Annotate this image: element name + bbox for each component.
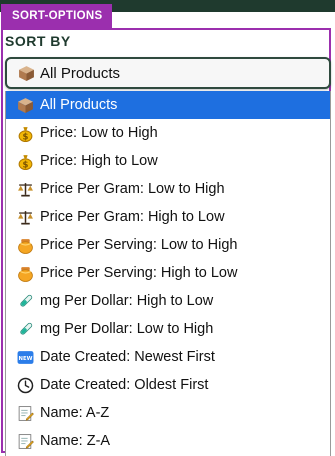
option-name-z-a[interactable]: Name: Z-A [6, 427, 330, 455]
svg-text:$: $ [23, 132, 29, 142]
honey-pot-icon [17, 265, 34, 282]
clock-icon [17, 377, 34, 394]
honey-pot-icon [17, 237, 34, 254]
scales-icon [17, 181, 34, 198]
memo-icon [17, 433, 34, 450]
sort-select[interactable]: All Products [5, 57, 331, 89]
sort-options-tag: SORT-OPTIONS [1, 4, 112, 28]
svg-text:NEW: NEW [19, 355, 33, 361]
box-icon [18, 65, 35, 82]
option-price-per-gram-high-low[interactable]: Price Per Gram: High to Low [6, 203, 330, 231]
option-price-high-low[interactable]: $ Price: High to Low [6, 147, 330, 175]
option-all-products[interactable]: All Products [6, 91, 330, 119]
option-date-newest[interactable]: NEW Date Created: Newest First [6, 343, 330, 371]
option-price-per-serving-low-high[interactable]: Price Per Serving: Low to High [6, 231, 330, 259]
option-name-a-z[interactable]: Name: A-Z [6, 399, 330, 427]
option-price-low-high[interactable]: $ Price: Low to High [6, 119, 330, 147]
option-mg-per-dollar-low-high[interactable]: mg Per Dollar: Low to High [6, 315, 330, 343]
memo-icon [17, 405, 34, 422]
option-date-oldest[interactable]: Date Created: Oldest First [6, 371, 330, 399]
box-icon [17, 97, 34, 114]
sort-select-value: All Products [40, 64, 121, 82]
option-price-per-serving-high-low[interactable]: Price Per Serving: High to Low [6, 259, 330, 287]
svg-text:$: $ [23, 160, 29, 170]
test-tube-icon [17, 293, 34, 310]
money-bag-icon: $ [17, 153, 34, 170]
option-price-per-gram-low-high[interactable]: Price Per Gram: Low to High [6, 175, 330, 203]
sort-options-list: All Products $ Price: Low to High $ Price:… [5, 91, 331, 456]
scales-icon [17, 209, 34, 226]
new-badge-icon: NEW [17, 349, 34, 366]
money-bag-icon: $ [17, 125, 34, 142]
sort-by-label: SORT BY [5, 33, 71, 49]
test-tube-icon [17, 321, 34, 338]
option-mg-per-dollar-high-low[interactable]: mg Per Dollar: High to Low [6, 287, 330, 315]
